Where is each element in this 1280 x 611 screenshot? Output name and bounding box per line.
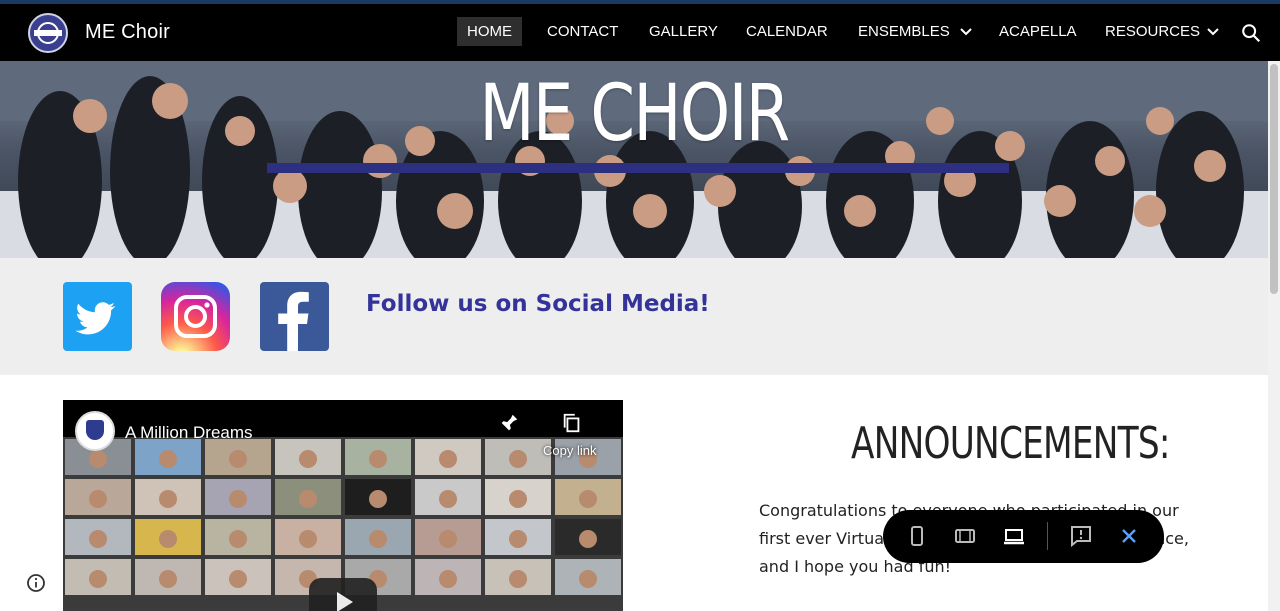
chevron-down-icon[interactable] — [958, 24, 974, 40]
follow-us-text: Follow us on Social Media! — [366, 291, 710, 317]
hero-title: ME CHOIR — [479, 69, 790, 159]
nav-ensembles[interactable]: ENSEMBLES — [848, 17, 960, 46]
video-embed[interactable]: A Million Dreams Copy link — [63, 400, 623, 611]
scrollbar-thumb[interactable] — [1270, 64, 1278, 294]
chevron-down-icon[interactable] — [1205, 24, 1221, 40]
facebook-icon[interactable] — [260, 282, 329, 351]
nav-home[interactable]: HOME — [457, 17, 522, 46]
hero-banner: ME CHOIR — [0, 61, 1268, 258]
pin-icon[interactable] — [498, 412, 520, 434]
nav-contact[interactable]: CONTACT — [537, 17, 628, 46]
video-title[interactable]: A Million Dreams — [125, 423, 253, 443]
preview-toolbar — [883, 510, 1164, 563]
laptop-view-icon[interactable] — [1002, 524, 1026, 548]
feedback-icon[interactable] — [1069, 524, 1093, 548]
toolbar-divider — [1047, 522, 1048, 550]
announcements-title: ANNOUNCEMENTS: — [851, 418, 1170, 469]
hero-accent-bar — [267, 163, 1009, 173]
twitter-icon[interactable] — [63, 282, 132, 351]
top-navbar: ME Choir HOME CONTACT GALLERY CALENDAR E… — [0, 4, 1280, 61]
nav-acapella[interactable]: ACAPELLA — [989, 17, 1087, 46]
social-band: Follow us on Social Media! — [0, 258, 1268, 375]
site-logo[interactable] — [28, 13, 68, 53]
nav-calendar[interactable]: CALENDAR — [736, 17, 838, 46]
logo-band — [34, 30, 62, 36]
play-button[interactable] — [309, 578, 377, 611]
info-icon[interactable] — [26, 573, 46, 593]
site-title[interactable]: ME Choir — [85, 21, 170, 44]
nav-resources[interactable]: RESOURCES — [1095, 17, 1210, 46]
close-icon[interactable] — [1117, 524, 1141, 548]
nav-gallery[interactable]: GALLERY — [639, 17, 728, 46]
channel-avatar[interactable] — [75, 411, 115, 451]
phone-view-icon[interactable] — [905, 524, 929, 548]
tablet-view-icon[interactable] — [953, 524, 977, 548]
copy-link-label[interactable]: Copy link — [543, 443, 596, 458]
shield-icon — [86, 420, 104, 440]
copy-icon[interactable] — [561, 412, 583, 434]
search-icon[interactable] — [1240, 22, 1262, 44]
instagram-icon[interactable] — [161, 282, 230, 351]
